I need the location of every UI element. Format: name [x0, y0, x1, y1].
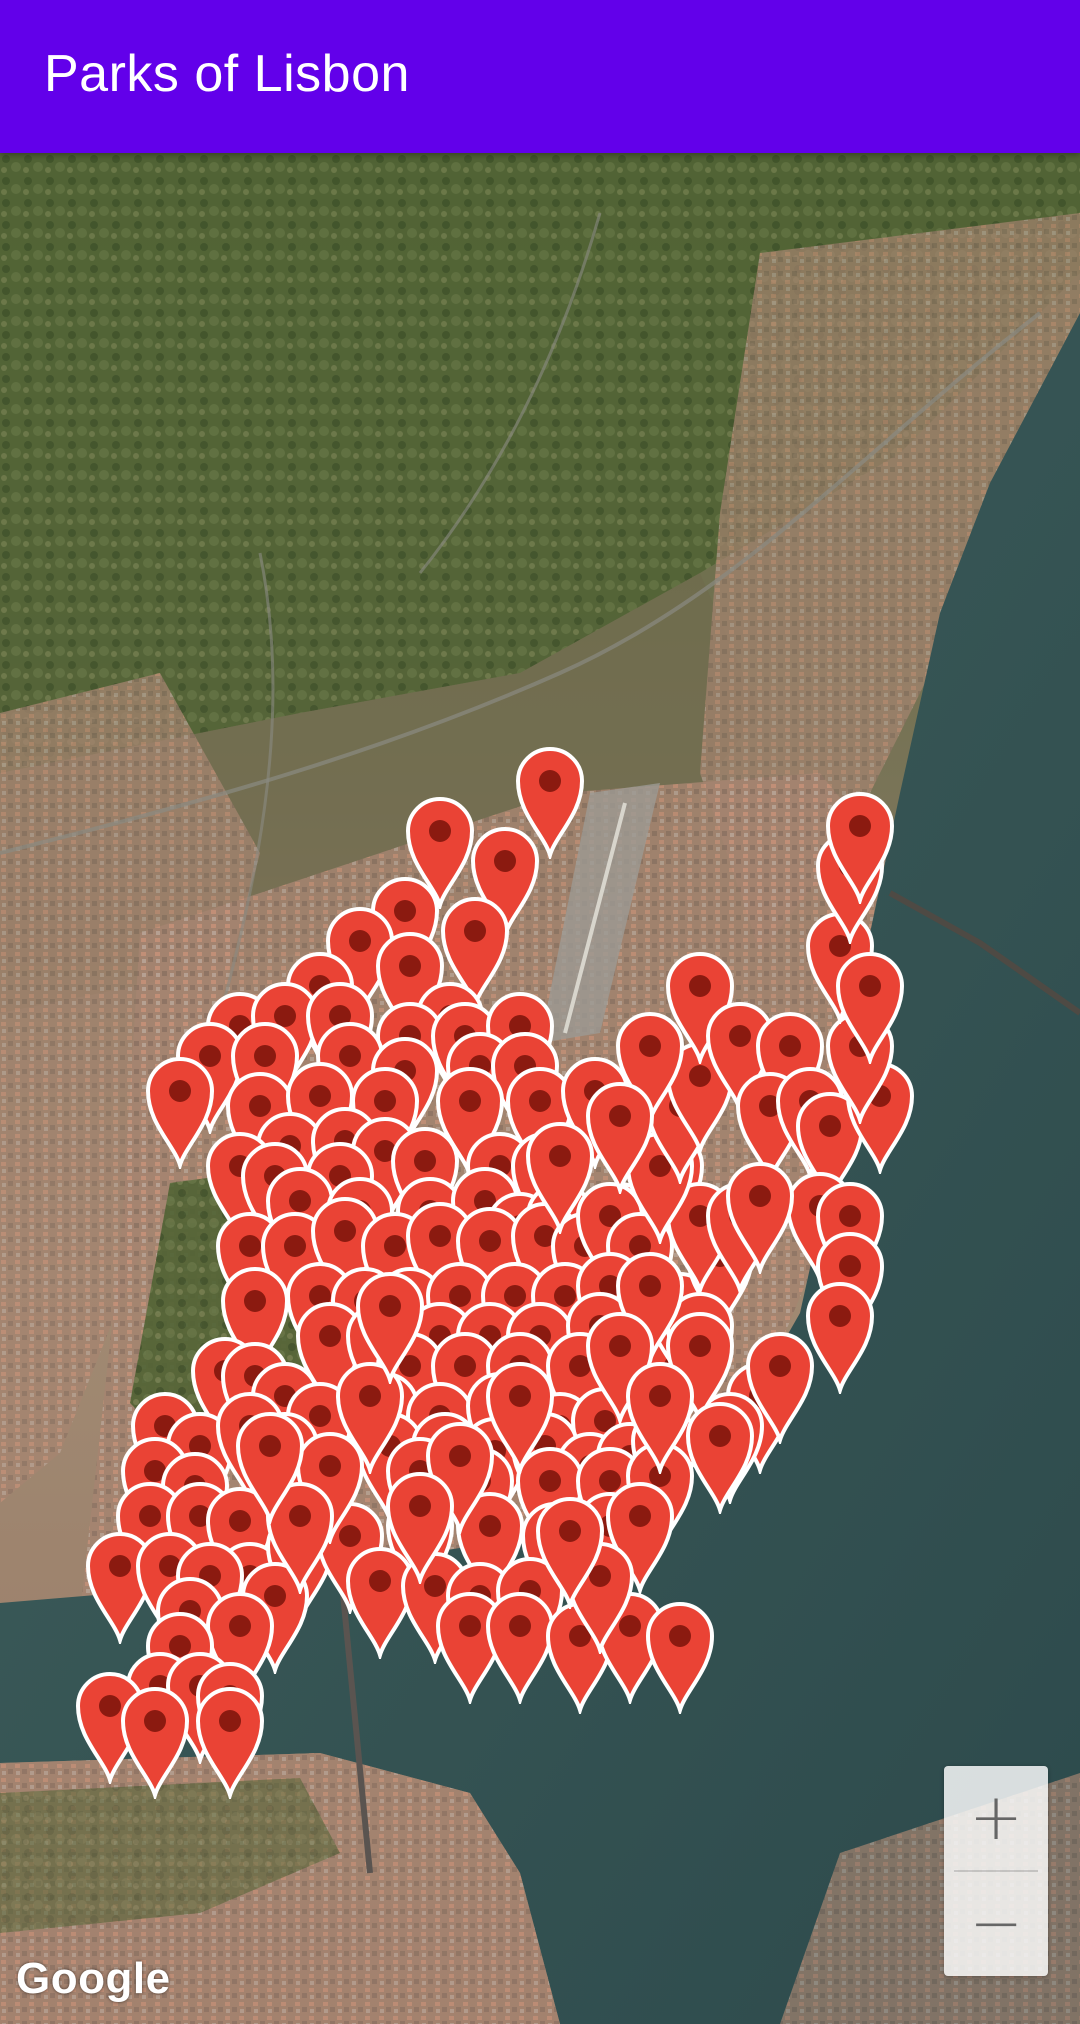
- zoom-controls: + −: [944, 1766, 1048, 1976]
- park-marker[interactable]: [234, 1408, 306, 1524]
- map-pin-icon: [235, 1412, 305, 1524]
- map-pin-icon: [645, 1602, 715, 1714]
- map-pin-icon: [195, 1687, 265, 1799]
- map-pin-icon: [120, 1687, 190, 1799]
- app-bar: Parks of Lisbon: [0, 0, 1080, 153]
- app-title: Parks of Lisbon: [44, 45, 410, 103]
- park-marker[interactable]: [644, 1598, 716, 1714]
- park-marker[interactable]: [724, 1158, 796, 1274]
- map-view[interactable]: + − Google: [0, 153, 1080, 2024]
- google-logo: Google: [16, 1954, 171, 2003]
- park-marker[interactable]: [384, 1468, 456, 1584]
- map-pin-icon: [355, 1272, 425, 1384]
- park-marker[interactable]: [534, 1493, 606, 1609]
- map-pin-icon: [835, 952, 905, 1064]
- map-pin-icon: [825, 792, 895, 904]
- map-pin-icon: [385, 1472, 455, 1584]
- park-marker[interactable]: [524, 1118, 596, 1234]
- park-marker[interactable]: [834, 948, 906, 1064]
- map-pin-icon: [535, 1497, 605, 1609]
- zoom-out-button[interactable]: −: [944, 1872, 1048, 1976]
- zoom-in-button[interactable]: +: [944, 1766, 1048, 1870]
- map-pin-icon: [725, 1162, 795, 1274]
- park-marker[interactable]: [824, 788, 896, 904]
- park-marker[interactable]: [624, 1358, 696, 1474]
- map-pin-icon: [525, 1122, 595, 1234]
- map-pin-icon: [625, 1362, 695, 1474]
- park-marker[interactable]: [119, 1683, 191, 1799]
- park-marker[interactable]: [354, 1268, 426, 1384]
- park-marker[interactable]: [194, 1683, 266, 1799]
